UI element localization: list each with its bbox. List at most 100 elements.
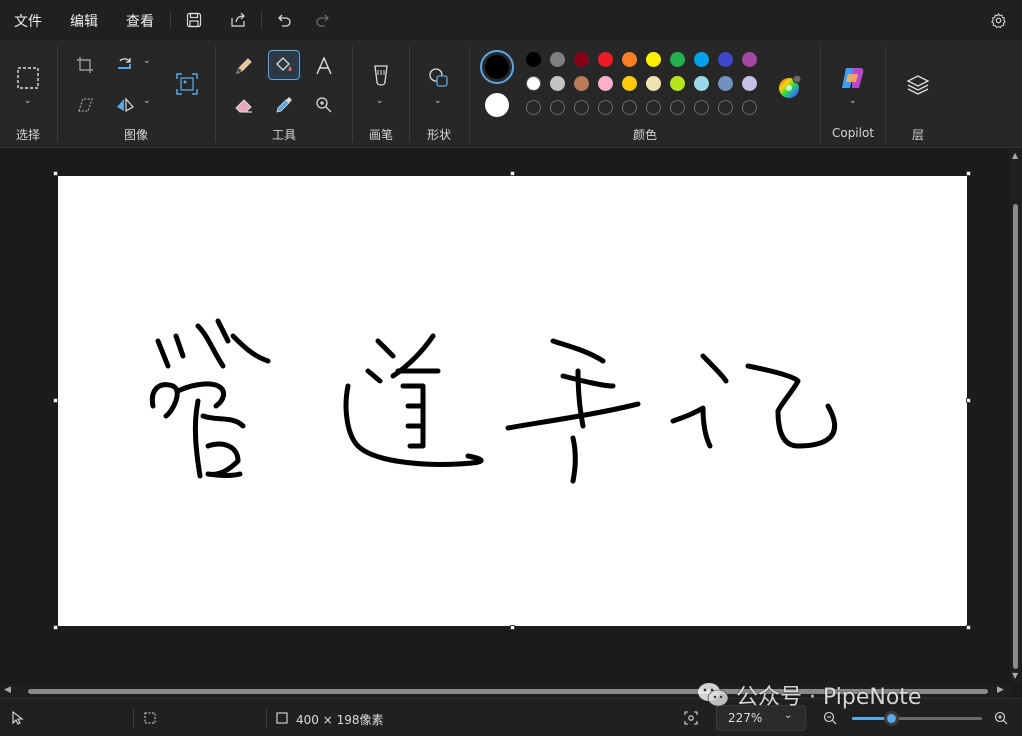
- undo-icon[interactable]: [273, 9, 295, 31]
- scroll-left-arrow-icon[interactable]: ◀: [4, 685, 11, 695]
- brush-chevron-down-icon[interactable]: ⌄: [376, 96, 384, 106]
- palette-color-swatch[interactable]: [574, 52, 589, 67]
- custom-color-slot[interactable]: [718, 100, 733, 115]
- secondary-color-swatch[interactable]: [485, 93, 509, 117]
- share-icon[interactable]: [227, 9, 249, 31]
- rotate-chevron-down-icon[interactable]: ⌄: [143, 56, 151, 66]
- custom-color-slot[interactable]: [598, 100, 613, 115]
- settings-gear-icon[interactable]: [987, 9, 1009, 31]
- palette-color-swatch[interactable]: [622, 76, 637, 91]
- crop-icon[interactable]: [74, 54, 96, 76]
- zoom-out-icon[interactable]: [822, 710, 838, 726]
- vertical-scrollbar[interactable]: ▲ ▼: [1010, 149, 1022, 684]
- fill-bucket-icon[interactable]: [268, 50, 300, 80]
- palette-color-swatch[interactable]: [550, 52, 565, 67]
- resize-handle[interactable]: [53, 171, 58, 176]
- palette-color-swatch[interactable]: [646, 76, 661, 91]
- zoom-slider-thumb[interactable]: [884, 711, 899, 726]
- status-divider: [133, 708, 134, 728]
- ribbon-divider: [215, 46, 216, 142]
- zoom-in-icon[interactable]: [993, 710, 1009, 726]
- edit-colors-icon[interactable]: [776, 75, 802, 101]
- custom-color-slot[interactable]: [742, 100, 757, 115]
- palette-color-swatch[interactable]: [550, 76, 565, 91]
- palette-color-swatch[interactable]: [742, 52, 757, 67]
- resize-handle[interactable]: [966, 625, 971, 630]
- palette-color-swatch[interactable]: [718, 76, 733, 91]
- ribbon-divider: [469, 46, 470, 142]
- flip-icon[interactable]: [114, 94, 136, 116]
- custom-color-slot[interactable]: [670, 100, 685, 115]
- resize-skew-icon[interactable]: [74, 94, 96, 116]
- palette-color-swatch[interactable]: [574, 76, 589, 91]
- primary-color-slot[interactable]: [480, 50, 514, 84]
- shapes-chevron-down-icon[interactable]: ⌄: [434, 96, 442, 106]
- magnifier-icon[interactable]: [312, 93, 336, 117]
- layers-icon[interactable]: [904, 72, 932, 98]
- zoom-level: 227%: [728, 711, 763, 725]
- custom-color-slot[interactable]: [622, 100, 637, 115]
- select-chevron-down-icon[interactable]: ⌄: [24, 96, 32, 106]
- palette-color-swatch[interactable]: [718, 52, 733, 67]
- palette-color-swatch[interactable]: [742, 76, 757, 91]
- brush-icon[interactable]: [368, 62, 394, 92]
- zoom-slider-track[interactable]: [852, 711, 982, 726]
- custom-color-slot[interactable]: [550, 100, 565, 115]
- palette-color-swatch[interactable]: [670, 76, 685, 91]
- save-icon[interactable]: [183, 9, 205, 31]
- resize-handle[interactable]: [966, 398, 971, 403]
- resize-handle[interactable]: [53, 625, 58, 630]
- group-label-image: 图像: [123, 128, 148, 142]
- palette-color-swatch[interactable]: [694, 52, 709, 67]
- copilot-chevron-down-icon[interactable]: ⌄: [849, 96, 857, 106]
- group-label-copilot: Copilot: [831, 126, 875, 140]
- flip-chevron-down-icon[interactable]: ⌄: [143, 96, 151, 106]
- group-label-shapes: 形状: [426, 128, 451, 142]
- resize-handle[interactable]: [510, 625, 515, 630]
- group-label-select: 选择: [15, 128, 40, 142]
- scroll-right-arrow-icon[interactable]: ▶: [997, 685, 1004, 695]
- wechat-watermark: 公众号 · PipeNote: [696, 678, 921, 712]
- background-remove-icon[interactable]: [173, 70, 201, 98]
- custom-color-slot[interactable]: [574, 100, 589, 115]
- shapes-icon[interactable]: [426, 65, 452, 91]
- menu-view[interactable]: 查看: [126, 11, 154, 31]
- ribbon-divider: [57, 46, 58, 142]
- palette-color-swatch[interactable]: [598, 76, 613, 91]
- scroll-up-arrow-icon[interactable]: ▲: [1012, 151, 1018, 160]
- palette-color-swatch[interactable]: [598, 52, 613, 67]
- custom-color-slot[interactable]: [646, 100, 661, 115]
- resize-handle[interactable]: [510, 171, 515, 176]
- group-label-colors: 颜色: [632, 128, 657, 142]
- color-picker-icon[interactable]: [272, 93, 296, 117]
- status-divider: [266, 708, 267, 728]
- menu-edit[interactable]: 编辑: [70, 11, 98, 31]
- resize-handle[interactable]: [966, 171, 971, 176]
- drawing-canvas[interactable]: [58, 176, 967, 626]
- scroll-down-arrow-icon[interactable]: ▼: [1012, 671, 1018, 680]
- palette-color-swatch[interactable]: [622, 52, 637, 67]
- menu-file[interactable]: 文件: [14, 11, 42, 31]
- custom-color-slot[interactable]: [526, 100, 541, 115]
- eraser-icon[interactable]: [232, 93, 256, 117]
- group-label-brushes: 画笔: [368, 128, 393, 142]
- wechat-icon: [698, 683, 729, 707]
- rectangle-select-icon[interactable]: [14, 64, 42, 92]
- pencil-icon[interactable]: [232, 54, 256, 78]
- resize-handle[interactable]: [53, 398, 58, 403]
- handwriting-image: [149, 318, 837, 484]
- redo-icon[interactable]: [312, 9, 334, 31]
- fit-to-window-icon[interactable]: [683, 710, 699, 726]
- palette-color-swatch[interactable]: [670, 52, 685, 67]
- custom-color-slot[interactable]: [694, 100, 709, 115]
- palette-color-swatch[interactable]: [646, 52, 661, 67]
- ribbon-divider: [409, 46, 410, 142]
- vertical-scroll-thumb[interactable]: [1013, 204, 1018, 669]
- copilot-icon[interactable]: [838, 64, 868, 92]
- palette-color-swatch[interactable]: [526, 52, 541, 67]
- palette-color-swatch[interactable]: [526, 76, 541, 91]
- selection-size-icon: [142, 710, 158, 726]
- text-tool-icon[interactable]: [312, 54, 336, 78]
- palette-color-swatch[interactable]: [694, 76, 709, 91]
- rotate-icon[interactable]: [114, 54, 136, 76]
